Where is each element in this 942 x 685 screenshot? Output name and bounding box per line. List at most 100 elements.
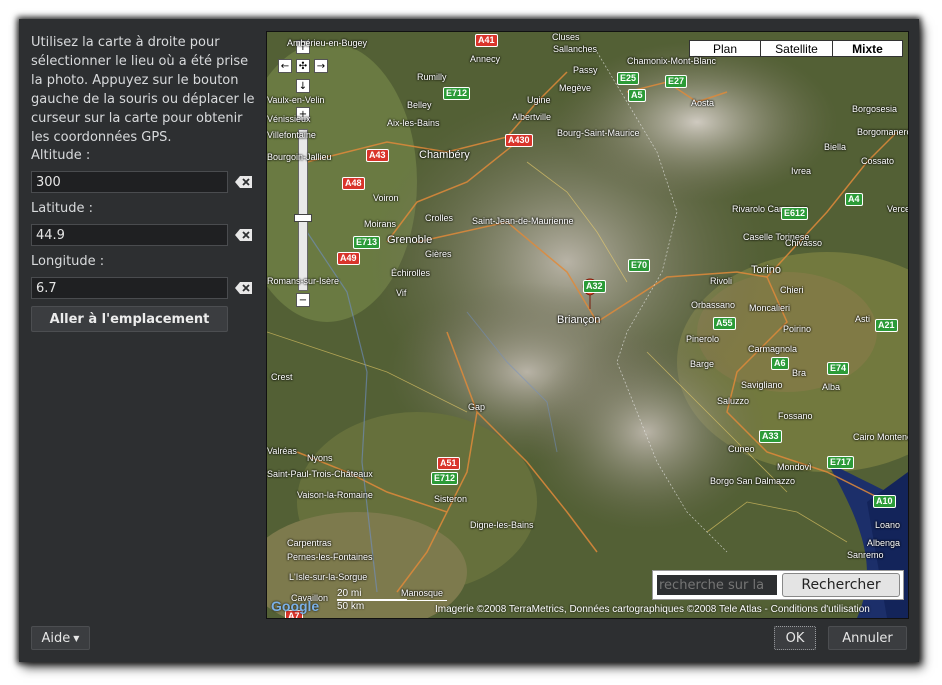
place-label: Bra bbox=[792, 368, 807, 378]
minus-icon: − bbox=[298, 294, 308, 306]
road-shield: A10 bbox=[873, 495, 896, 508]
place-label: Borgomanero bbox=[857, 127, 909, 137]
map-view[interactable]: Plan Satellite Mixte ↑ ← ✣ → ↓ + − Ambér… bbox=[266, 31, 909, 619]
cancel-button[interactable]: Annuler bbox=[828, 626, 907, 650]
place-label: Sallanches bbox=[553, 44, 598, 54]
place-label: Albenga bbox=[867, 538, 901, 548]
place-label: Ugine bbox=[527, 95, 551, 105]
instructions-text: Utilisez la carte à droite pour sélectio… bbox=[31, 35, 255, 145]
goto-location-button[interactable]: Aller à l'emplacement bbox=[31, 306, 228, 332]
longitude-label: Longitude : bbox=[31, 254, 105, 269]
altitude-clear-button[interactable] bbox=[233, 173, 255, 191]
place-label: Cairo Montenotte bbox=[853, 432, 908, 442]
pan-left-button[interactable]: ← bbox=[278, 59, 292, 73]
longitude-field[interactable] bbox=[31, 277, 228, 299]
place-label: Alba bbox=[822, 382, 841, 392]
longitude-clear-button[interactable] bbox=[233, 279, 255, 297]
scale-km: 50 km bbox=[337, 600, 447, 612]
place-label: Torino bbox=[751, 264, 781, 276]
place-label: Vaison-la-Romaine bbox=[297, 490, 373, 500]
place-label: Cossato bbox=[861, 156, 895, 166]
place-label: Sanremo bbox=[847, 550, 884, 560]
road-shield: A430 bbox=[505, 134, 533, 147]
place-label: Crest bbox=[271, 372, 293, 382]
place-label: Borgosesia bbox=[852, 104, 898, 114]
road-shield: E713 bbox=[353, 236, 381, 249]
place-label: Valréas bbox=[267, 446, 297, 456]
map-type-mixte-button[interactable]: Mixte bbox=[832, 40, 903, 57]
clear-icon bbox=[235, 229, 252, 241]
dialog-button-bar: Aide ▼ OK Annuler bbox=[19, 619, 919, 662]
road-shield: A41 bbox=[475, 34, 498, 47]
map-type-satellite-button[interactable]: Satellite bbox=[760, 40, 833, 57]
road-shield: A4 bbox=[845, 193, 863, 206]
clear-icon bbox=[235, 282, 252, 294]
place-label: L'Isle-sur-la-Sorgue bbox=[289, 572, 368, 582]
latitude-field[interactable] bbox=[31, 224, 228, 246]
place-label: Vaulx-en-Velin bbox=[267, 95, 325, 105]
road-shield: A21 bbox=[875, 319, 898, 332]
place-label: Vénissieux bbox=[267, 114, 311, 124]
place-label: Borgo San Dalmazzo bbox=[710, 476, 796, 486]
place-label: Sisteron bbox=[434, 494, 468, 504]
place-label: Moirans bbox=[364, 219, 397, 229]
place-label: Savigliano bbox=[741, 380, 783, 390]
ok-button[interactable]: OK bbox=[774, 626, 816, 650]
road-shield: A43 bbox=[366, 149, 389, 162]
road-shield: E712 bbox=[431, 472, 459, 485]
place-label: Orbassano bbox=[691, 300, 736, 310]
place-label: Megève bbox=[559, 83, 592, 93]
road-shield: E717 bbox=[827, 456, 855, 469]
arrow-left-icon: ← bbox=[280, 60, 290, 72]
arrow-down-icon: ↓ bbox=[298, 80, 308, 92]
gps-dialog: Utilisez la carte à droite pour sélectio… bbox=[19, 19, 919, 662]
pan-down-button[interactable]: ↓ bbox=[296, 79, 310, 93]
place-label: Vercelli bbox=[887, 204, 908, 214]
place-label: Rivoli bbox=[710, 276, 733, 286]
road-shield: E612 bbox=[781, 207, 809, 220]
place-label: Pinerolo bbox=[686, 334, 720, 344]
place-label: Crolles bbox=[425, 213, 454, 223]
road-shield: A32 bbox=[583, 280, 606, 293]
place-label: Passy bbox=[573, 65, 598, 75]
map-search-input[interactable] bbox=[657, 575, 777, 595]
place-label: Bourg-Saint-Maurice bbox=[557, 128, 640, 138]
help-button[interactable]: Aide ▼ bbox=[31, 626, 90, 650]
place-label: Fossano bbox=[778, 411, 813, 421]
place-label: Albertville bbox=[512, 112, 552, 122]
road-shield: A5 bbox=[628, 89, 646, 102]
pan-right-button[interactable]: → bbox=[314, 59, 328, 73]
altitude-label: Altitude : bbox=[31, 148, 91, 163]
road-shield: E70 bbox=[628, 259, 651, 272]
map-search-box: Rechercher bbox=[652, 570, 904, 600]
place-label: Échirolles bbox=[391, 268, 431, 278]
pan-center-button[interactable]: ✣ bbox=[296, 59, 310, 73]
place-label: Belley bbox=[407, 100, 432, 110]
place-label: Asti bbox=[855, 314, 871, 324]
scale-bar: 20 mi 50 km bbox=[337, 588, 447, 612]
road-shield: A49 bbox=[337, 252, 360, 265]
map-type-plan-button[interactable]: Plan bbox=[689, 40, 761, 57]
place-label: Digne-les-Bains bbox=[470, 520, 534, 530]
place-label: Ivrea bbox=[791, 166, 812, 176]
place-label: Bourgoin-Jallieu bbox=[267, 152, 332, 162]
map-search-button[interactable]: Rechercher bbox=[782, 573, 900, 597]
altitude-field[interactable] bbox=[31, 171, 228, 193]
place-label: Gap bbox=[468, 402, 486, 412]
place-label: Voiron bbox=[373, 193, 399, 203]
latitude-label: Latitude : bbox=[31, 201, 94, 216]
marker-label: Briançon bbox=[557, 314, 601, 326]
place-label: Moncalieri bbox=[749, 303, 791, 313]
zoom-slider-thumb[interactable] bbox=[294, 214, 312, 222]
place-label: Barge bbox=[690, 359, 715, 369]
road-shield: E712 bbox=[443, 87, 471, 100]
place-label: Poirino bbox=[783, 324, 812, 334]
place-label: Romans-sur-Isère bbox=[267, 276, 340, 286]
zoom-out-button[interactable]: − bbox=[296, 293, 310, 307]
road-shield: A33 bbox=[759, 430, 782, 443]
place-label: Annecy bbox=[470, 54, 501, 64]
place-label: Mondovì bbox=[777, 462, 812, 472]
road-shield: E74 bbox=[827, 362, 850, 375]
latitude-clear-button[interactable] bbox=[233, 226, 255, 244]
place-label: Rumilly bbox=[417, 72, 447, 82]
